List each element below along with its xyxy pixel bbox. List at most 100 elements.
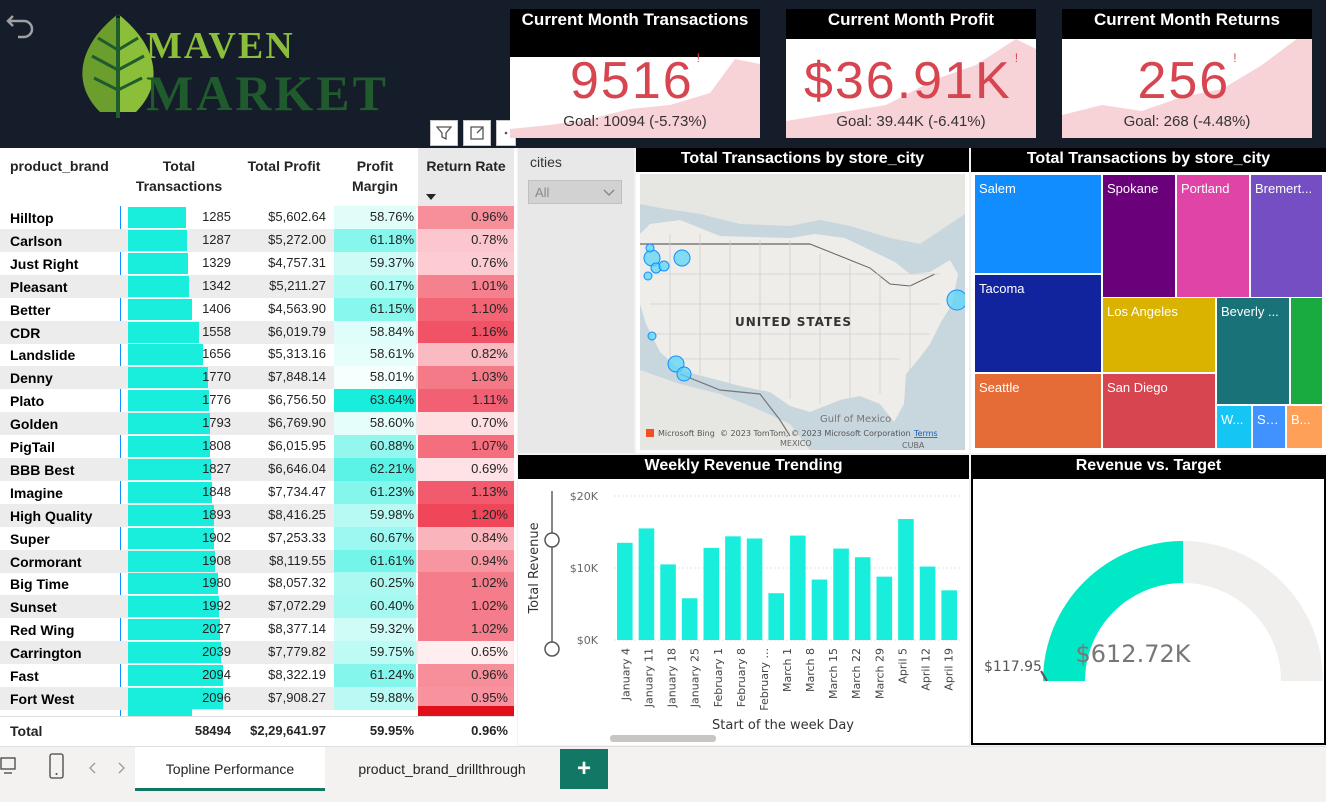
bar[interactable] [811,579,828,640]
treemap-tile[interactable]: San Diego [1103,374,1215,448]
zoom-slider-handle-bottom[interactable] [544,641,560,657]
bar[interactable] [746,538,763,640]
filter-icon[interactable] [430,120,458,146]
prev-page-icon[interactable] [88,761,98,779]
col-header-brand[interactable]: product_brand [10,148,120,206]
kpi-card-returns[interactable]: Current Month Returns 256! Goal: 268 (-4… [1062,9,1312,138]
weekly-svg[interactable]: $0K $10K $20K January 4 January 11 January 18… [518,479,969,745]
table-row[interactable]: Carlson 1287 $5,272.00 61.18% 0.78% [0,228,514,252]
desktop-view-icon[interactable] [0,755,22,779]
col-header-transactions[interactable]: Total Transactions [128,148,230,206]
bar[interactable] [703,547,720,640]
brand-cell: High Quality [10,507,93,524]
bar[interactable] [617,542,633,640]
table-row[interactable]: Big Time 1980 $8,057.32 60.25% 1.02% [0,572,514,596]
map-bubble-sf[interactable] [647,331,657,341]
focus-mode-icon[interactable] [463,120,491,146]
return-cell: 0.96% [471,667,508,682]
treemap-tile[interactable] [1291,298,1322,404]
margin-cell: 58.84% [369,323,414,339]
tab-topline-performance[interactable]: Topline Performance [135,747,325,791]
col-header-return[interactable]: Return Rate [418,148,514,206]
table-row[interactable]: Plato 1776 $6,756.50 63.64% 1.11% [0,389,514,413]
table-row[interactable]: Denny 1770 $7,848.14 58.01% 1.03% [0,366,514,390]
us-map[interactable]: UNITED STATES Gulf of Mexico MEXICO CUBA… [640,174,965,450]
treemap-tile[interactable]: Seattle [975,374,1101,448]
table-row[interactable]: Sunset 1992 $7,072.29 60.40% 1.02% [0,595,514,619]
bar[interactable] [638,528,655,640]
map-bubble-sd[interactable] [676,366,692,382]
table-row[interactable]: Pleasant 1342 $5,211.27 60.17% 1.01% [0,274,514,298]
treemap-tile[interactable]: W... [1217,406,1251,448]
bar[interactable] [919,566,936,640]
map-visual[interactable]: Total Transactions by store_city UNITED … [636,148,969,453]
x-tick-label: January 4 [620,648,633,701]
kpi-card-transactions[interactable]: Current Month Transactions 9516! Goal: 1… [510,9,760,138]
bar[interactable] [681,598,698,640]
treemap-tile[interactable]: Bremert... [1251,175,1322,297]
table-row[interactable]: Hilltop 1285 $5,602.64 58.76% 0.96% [0,206,514,229]
transactions-cell: 1329 [202,254,231,270]
cities-slicer[interactable]: cities All [518,148,634,453]
table-row[interactable]: Red Wing 2027 $8,377.14 59.32% 1.02% [0,618,514,642]
bar[interactable] [768,593,784,640]
col-header-profit[interactable]: Total Profit [236,148,332,206]
slicer-dropdown[interactable]: All [528,180,622,204]
table-row[interactable]: Carrington 2039 $7,779.82 59.75% 0.65% [0,641,514,665]
table-row[interactable]: Better 1406 $4,563.90 61.15% 1.10% [0,297,514,321]
add-page-button[interactable]: + [560,749,608,789]
bar[interactable] [941,590,957,640]
table-row[interactable]: CDR 1558 $6,019.79 58.84% 1.16% [0,320,514,344]
table-row[interactable]: Just Right 1329 $4,757.31 59.37% 0.76% [0,251,514,275]
bar[interactable] [790,535,806,640]
col-header-margin[interactable]: Profit Margin [334,148,416,206]
x-tick-label: April 12 [919,648,932,691]
map-terms-link[interactable]: Terms [913,429,938,438]
table-row[interactable]: Super 1902 $7,253.33 60.67% 0.84% [0,526,514,550]
treemap-tile[interactable]: B... [1287,406,1322,448]
map-bubble-bremerton[interactable] [645,243,655,253]
bar[interactable] [660,564,676,640]
bar[interactable] [854,557,871,640]
tab-product-brand-drillthrough[interactable]: product_brand_drillthrough [327,747,557,791]
kpi-goal: Goal: 268 (-4.48%) [1123,113,1251,130]
return-cell: 0.94% [471,552,508,568]
treemap-tile[interactable]: Spokane [1103,175,1175,297]
map-bubble-salem[interactable] [658,260,670,272]
horizontal-scrollbar[interactable] [610,735,716,742]
revenue-gauge[interactable]: Revenue vs. Target $612.72K $117.95 [971,455,1326,745]
kpi-card-profit[interactable]: Current Month Profit $36.91K! Goal: 39.4… [786,9,1036,138]
bar[interactable] [898,519,914,640]
profit-cell: $7,072.29 [268,598,326,614]
treemap-tile[interactable]: Salem [975,175,1101,273]
table-row[interactable]: PigTail 1808 $6,015.95 60.88% 1.07% [0,435,514,458]
treemap-tile[interactable]: Beverly ... [1217,298,1289,404]
brand-matrix-table[interactable]: product_brand Total Transactions Total P… [0,148,517,802]
bar[interactable] [876,576,893,640]
treemap-tile[interactable]: Los Angeles [1103,298,1215,372]
table-row[interactable]: Cormorant 1908 $8,119.55 61.61% 0.94% [0,549,514,573]
treemap-tile[interactable]: Portland [1177,175,1249,297]
brand-cell: Sunset [10,599,57,616]
table-row[interactable]: Landslide 1656 $5,313.16 58.61% 0.82% [0,343,514,367]
treemap-visual[interactable]: Total Transactions by store_city Salem Sp… [971,148,1326,453]
table-row[interactable]: Fast 2094 $8,322.19 61.24% 0.96% [0,664,514,687]
weekly-revenue-chart[interactable]: Weekly Revenue Trending $0K $10K $20K Janua… [518,455,969,745]
next-page-icon[interactable] [116,761,126,779]
table-row[interactable]: BBB Best 1827 $6,646.04 62.21% 0.69% [0,457,514,481]
table-row[interactable]: Imagine 1848 $7,734.47 61.23% 1.13% [0,480,514,504]
back-arrow-icon[interactable] [4,6,38,40]
treemap-tile[interactable]: Tacoma [975,275,1101,372]
table-row[interactable]: High Quality 1893 $8,416.25 59.98% 1.20% [0,503,514,527]
bar[interactable] [725,536,741,640]
map-bubble-spokane[interactable] [673,249,691,267]
slicer-title: cities [530,154,562,170]
treemap-tile[interactable]: Sa... [1253,406,1285,448]
mobile-view-icon[interactable] [48,752,66,780]
map-bubble-east[interactable] [946,289,965,311]
kpi-title: Current Month Profit [786,9,1036,39]
zoom-slider-handle-top[interactable] [544,532,560,548]
map-bubble-portland[interactable] [643,271,653,281]
bar[interactable] [833,548,849,640]
table-row[interactable]: Golden 1793 $6,769.90 58.60% 0.70% [0,412,514,436]
